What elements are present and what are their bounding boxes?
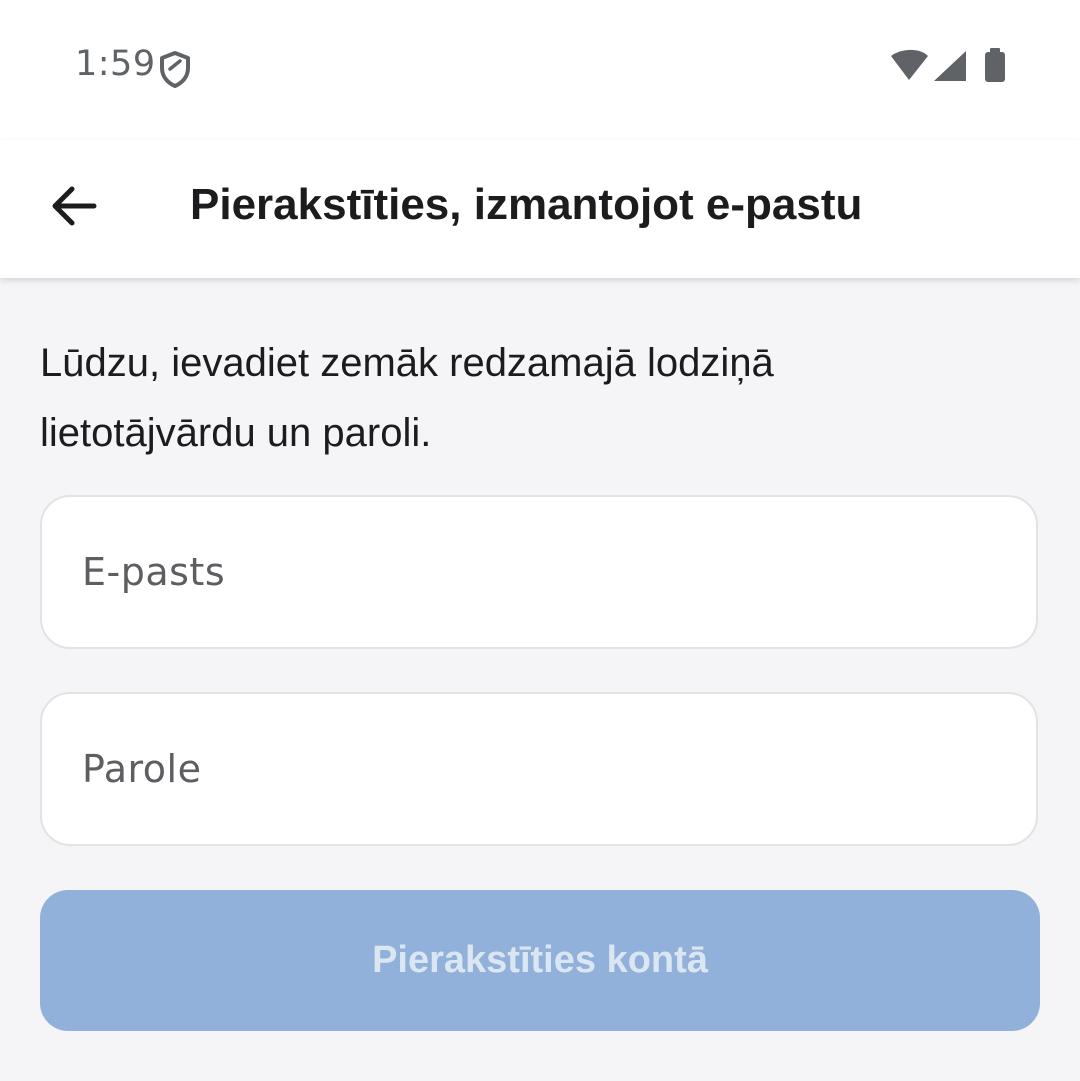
wifi-icon [891,49,928,80]
cellular-signal-icon [934,51,966,81]
email-field[interactable] [40,495,1038,649]
login-form: Lūdzu, ievadiet zemāk redzamajā lodziņā … [0,278,1080,1081]
status-icons [891,48,1005,82]
page-title: Pierakstīties, izmantojot e-pastu [190,180,863,229]
status-bar: 1:59 [0,0,1080,140]
app-bar: Pierakstīties, izmantojot e-pastu [0,140,1080,278]
email-input[interactable] [82,550,996,594]
sign-in-button[interactable]: Pierakstīties kontā [40,890,1040,1031]
arrow-left-icon [52,186,97,226]
shield-icon [160,51,190,88]
status-time: 1:59 [75,44,156,84]
password-field[interactable] [40,692,1038,846]
password-input[interactable] [82,747,996,791]
back-button[interactable] [34,166,114,246]
instructions-text: Lūdzu, ievadiet zemāk redzamajā lodziņā … [40,341,774,455]
battery-icon [985,48,1005,82]
